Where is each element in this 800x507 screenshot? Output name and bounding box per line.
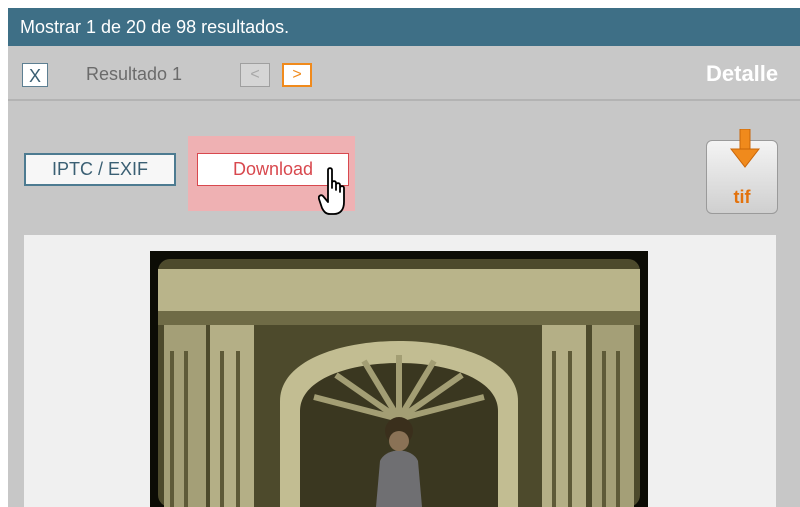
- download-arrow-icon: [729, 129, 761, 168]
- next-result-button[interactable]: >: [282, 63, 312, 87]
- tif-download-button[interactable]: tif: [706, 129, 778, 214]
- tif-label: tif: [733, 187, 751, 207]
- previous-result-button[interactable]: <: [240, 63, 270, 87]
- results-header: Mostrar 1 de 20 de 98 resultados.: [8, 8, 800, 46]
- result-number-label: Resultado 1: [86, 64, 183, 84]
- hand-pointer-icon: [318, 167, 345, 215]
- iptc-exif-button[interactable]: IPTC / EXIF: [24, 153, 176, 186]
- detail-title: Detalle: [706, 61, 779, 86]
- image-preview-panel: [24, 235, 776, 507]
- result-navigation-bar: X Resultado 1 < > Detalle: [8, 46, 800, 101]
- results-count-text: Mostrar 1 de 20 de 98 resultados.: [20, 17, 290, 37]
- viewer-frame: Mostrar 1 de 20 de 98 resultados. X Resu…: [8, 8, 800, 507]
- altar-photo[interactable]: [150, 251, 648, 507]
- close-button[interactable]: X: [22, 63, 48, 87]
